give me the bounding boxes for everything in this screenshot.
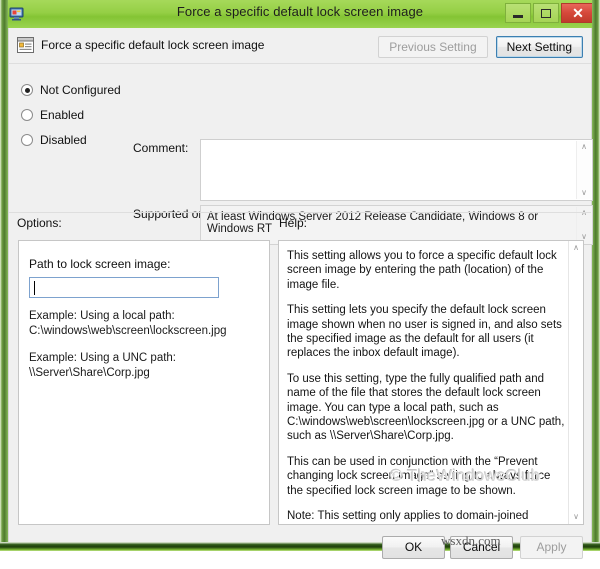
radio-disabled-indicator: [21, 134, 33, 146]
radio-not-configured-label: Not Configured: [40, 83, 121, 97]
help-paragraph: To use this setting, type the fully qual…: [287, 372, 565, 443]
example-local-path: Example: Using a local path: C:\windows\…: [29, 309, 227, 339]
help-scrollbar[interactable]: ∧ ∨: [568, 241, 583, 524]
previous-setting-button[interactable]: Previous Setting: [378, 36, 488, 58]
maximize-button[interactable]: [533, 3, 559, 23]
policy-setting-window: Force a specific default lock screen ima…: [0, 0, 600, 559]
options-panel: Path to lock screen image: Example: Usin…: [18, 240, 270, 525]
scroll-up-icon[interactable]: ∧: [573, 244, 579, 252]
radio-enabled-indicator: [21, 109, 33, 121]
help-panel: This setting allows you to force a speci…: [278, 240, 584, 525]
path-input-label: Path to lock screen image:: [29, 257, 171, 271]
minimize-button[interactable]: [505, 3, 531, 23]
radio-disabled-label: Disabled: [40, 133, 87, 147]
close-icon: ✕: [572, 5, 584, 21]
title-bar[interactable]: Force a specific default lock screen ima…: [0, 0, 600, 28]
example-local-title: Example: Using a local path:: [29, 310, 175, 322]
radio-enabled[interactable]: Enabled: [21, 103, 121, 127]
example-unc-value: \\Server\Share\Corp.jpg: [29, 367, 150, 379]
example-unc-title: Example: Using a UNC path:: [29, 352, 177, 364]
dialog-footer: OK Cancel Apply: [9, 533, 591, 569]
radio-not-configured-indicator: [21, 84, 33, 96]
radio-disabled[interactable]: Disabled: [21, 128, 121, 152]
help-label: Help:: [279, 216, 308, 230]
minimize-icon: [513, 14, 523, 18]
state-radio-group: Not Configured Enabled Disabled: [21, 78, 121, 153]
dialog-client-area: Force a specific default lock screen ima…: [8, 28, 593, 559]
help-paragraph: This setting allows you to force a speci…: [287, 250, 557, 291]
next-setting-button[interactable]: Next Setting: [495, 36, 583, 58]
radio-enabled-label: Enabled: [40, 108, 85, 122]
comment-label: Comment:: [133, 141, 189, 155]
help-paragraph: This setting lets you specify the defaul…: [287, 304, 562, 360]
text-caret: [34, 281, 35, 295]
help-paragraph: Note: This setting only applies to domai…: [287, 510, 529, 523]
window-border-left: [0, 0, 8, 551]
cancel-button[interactable]: Cancel: [450, 536, 513, 559]
example-local-value: C:\windows\web\screen\lockscreen.jpg: [29, 325, 227, 337]
navigation-buttons: Previous Setting Next Setting: [378, 36, 583, 58]
panel-labels: Options: Help:: [9, 216, 591, 238]
scroll-down-icon[interactable]: ∨: [581, 189, 587, 197]
window-controls: ✕: [505, 3, 595, 23]
state-divider: [9, 212, 591, 213]
header-divider: [9, 63, 591, 64]
window-border-right: [592, 0, 600, 551]
state-section: Not Configured Enabled Disabled Comment:…: [9, 65, 593, 245]
apply-button[interactable]: Apply: [520, 536, 583, 559]
example-unc-path: Example: Using a UNC path: \\Server\Shar…: [29, 351, 176, 381]
setting-title: Force a specific default lock screen ima…: [41, 38, 265, 52]
help-paragraph: This can be used in conjunction with the…: [287, 455, 551, 497]
maximize-icon: [541, 8, 551, 18]
comment-textarea[interactable]: ∧ ∨: [200, 139, 593, 201]
scroll-down-icon[interactable]: ∨: [573, 513, 579, 521]
radio-not-configured[interactable]: Not Configured: [21, 78, 121, 102]
path-input[interactable]: [29, 277, 219, 298]
policy-setting-icon: [17, 37, 34, 53]
close-button[interactable]: ✕: [561, 3, 595, 23]
ok-button[interactable]: OK: [382, 536, 445, 559]
options-label: Options:: [17, 216, 62, 230]
setting-header: Force a specific default lock screen ima…: [9, 28, 591, 64]
comment-scrollbar[interactable]: ∧ ∨: [576, 141, 591, 199]
scroll-up-icon[interactable]: ∧: [581, 143, 587, 151]
help-text: This setting allows you to force a speci…: [287, 249, 565, 524]
